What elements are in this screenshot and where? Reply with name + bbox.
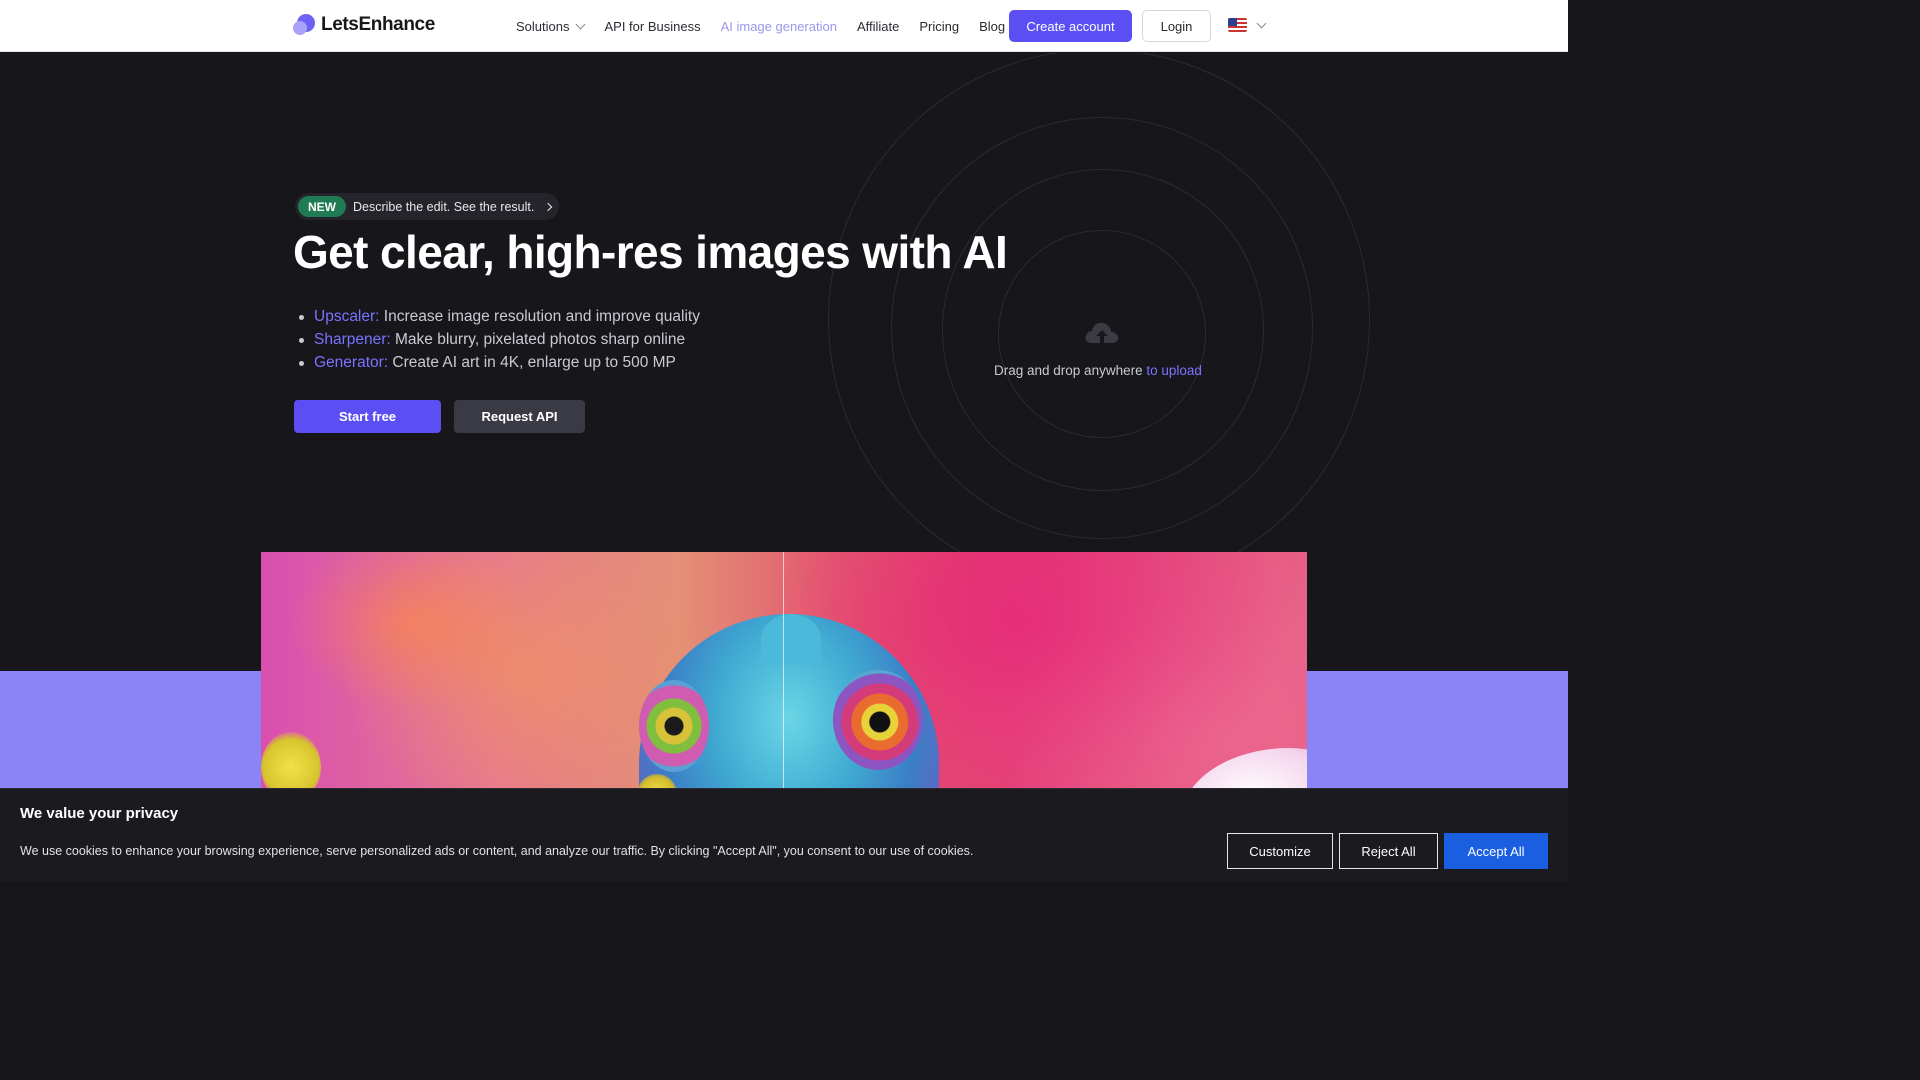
logo-icon [293,14,315,36]
chameleon-eye-right [833,670,923,770]
feature-sharpener-link[interactable]: Sharpener: [314,331,391,348]
nav-blog[interactable]: Blog [979,19,1005,34]
top-nav-bar: LetsEnhance Solutions API for Business A… [0,0,1568,52]
customize-button[interactable]: Customize [1227,833,1333,869]
hero-title: Get clear, high-res images with AI [293,226,1008,278]
main-nav: Solutions API for Business AI image gene… [516,0,1005,52]
cookie-text: We use cookies to enhance your browsing … [20,844,974,858]
logo[interactable]: LetsEnhance [293,14,435,36]
feature-description: Increase image resolution and improve qu… [383,308,700,325]
drop-zone-label: Drag and drop anywhere [994,363,1143,378]
request-api-button[interactable]: Request API [454,400,585,433]
nav-pricing[interactable]: Pricing [919,19,959,34]
cookie-banner: We value your privacy We use cookies to … [0,788,1568,882]
chameleon-eye-left [639,680,709,772]
logo-text: LetsEnhance [321,14,435,35]
accept-all-button[interactable]: Accept All [1444,833,1548,869]
start-free-button[interactable]: Start free [294,400,441,433]
feature-generator-link[interactable]: Generator: [314,354,388,371]
chameleon-crest [761,614,821,664]
new-feature-pill[interactable]: NEW Describe the edit. See the result. [295,193,560,220]
feature-item: Generator: Create AI art in 4K, enlarge … [299,351,700,374]
feature-item: Upscaler: Increase image resolution and … [299,305,700,328]
nav-affiliate[interactable]: Affiliate [857,19,899,34]
feature-description: Make blurry, pixelated photos sharp onli… [395,331,686,348]
cookie-title: We value your privacy [20,805,179,822]
feature-description: Create AI art in 4K, enlarge up to 500 M… [392,354,676,371]
nav-ai-image-generation[interactable]: AI image generation [721,19,837,34]
upload-link[interactable]: to upload [1146,363,1202,378]
feature-list: Upscaler: Increase image resolution and … [299,305,700,374]
feature-item: Sharpener: Make blurry, pixelated photos… [299,328,700,351]
nav-api-for-business[interactable]: API for Business [604,19,700,34]
new-badge: NEW [298,196,346,217]
hero-section: NEW Describe the edit. See the result. G… [0,53,1568,882]
chevron-down-icon [1256,18,1267,28]
login-button[interactable]: Login [1142,10,1211,42]
new-feature-text: Describe the edit. See the result. [353,199,535,214]
chevron-right-icon [544,202,553,211]
reject-all-button[interactable]: Reject All [1339,833,1438,869]
create-account-button[interactable]: Create account [1009,10,1132,42]
drop-zone-text[interactable]: Drag and drop anywhere to upload [994,363,1211,378]
language-selector[interactable] [1228,18,1267,32]
feature-upscaler-link[interactable]: Upscaler: [314,308,379,325]
nav-solutions-label: Solutions [516,18,570,34]
us-flag-icon [1228,18,1247,32]
nav-solutions[interactable]: Solutions [516,18,586,34]
cloud-upload-icon[interactable] [1084,321,1120,345]
chevron-down-icon [576,19,586,29]
